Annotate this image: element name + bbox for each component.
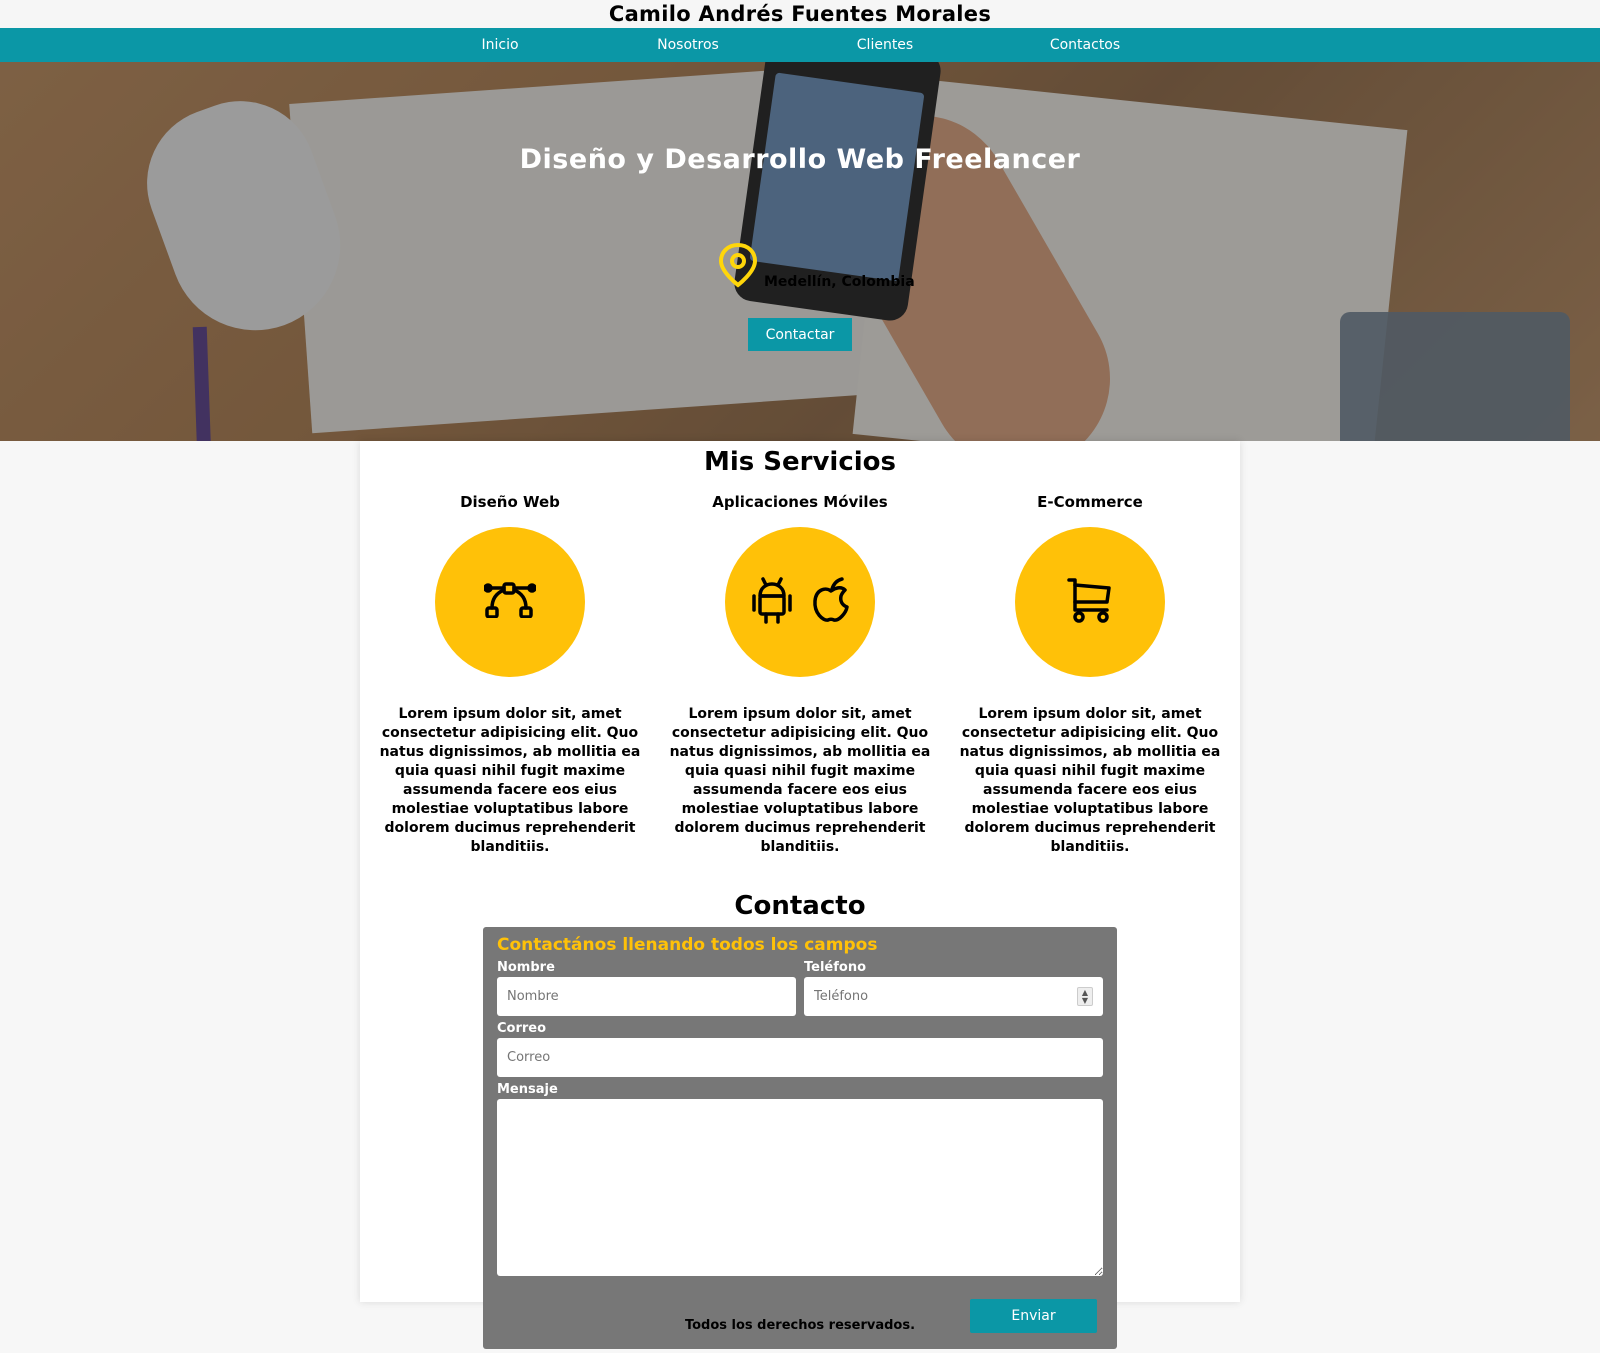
site-title: Camilo Andrés Fuentes Morales (608, 2, 992, 26)
hero-title: Diseño y Desarrollo Web Freelancer (519, 144, 1081, 175)
service-name: E-Commerce (1037, 493, 1143, 511)
service-icon-circle (1015, 527, 1165, 677)
email-label: Correo (497, 1021, 547, 1036)
nav-item-nosotros[interactable]: Nosotros (657, 28, 719, 62)
footer-text: Todos los derechos reservados. (684, 1318, 916, 1333)
bezier-curve-icon (483, 582, 537, 622)
service-card: Aplicaciones Móviles Lorem ipsum dolor s… (664, 493, 936, 857)
location: Medellín, Colombia (718, 242, 915, 292)
main-nav: Inicio Nosotros Clientes Contactos (0, 28, 1600, 62)
contact-title: Contacto (734, 891, 866, 921)
service-card: Diseño Web Lorem ipsum dolor sit, amet c… (374, 493, 646, 857)
number-spinner[interactable]: ▲ ▼ (1077, 987, 1093, 1006)
form-heading: Contactános llenando todos los campos (497, 935, 878, 955)
form-row: Nombre Teléfono ▲▼ (497, 959, 1103, 1016)
service-icon-circle (725, 527, 875, 677)
nav-item-inicio[interactable]: Inicio (481, 28, 518, 62)
services-title: Mis Servicios (703, 447, 897, 477)
service-name: Diseño Web (460, 493, 560, 511)
service-icon-circle (435, 527, 585, 677)
phone-input[interactable] (804, 977, 1103, 1016)
service-name: Aplicaciones Móviles (712, 493, 888, 511)
contact-form: Contactános llenando todos los campos No… (483, 927, 1117, 1349)
service-description: Lorem ipsum dolor sit, amet consectetur … (669, 706, 931, 855)
android-icon (750, 576, 794, 628)
service-card: E-Commerce Lorem ipsum dolor sit, amet c… (954, 493, 1226, 857)
service-description: Lorem ipsum dolor sit, amet consectetur … (959, 706, 1221, 855)
contactar-button[interactable]: Contactar (748, 318, 852, 351)
message-textarea[interactable] (497, 1099, 1103, 1276)
phone-label: Teléfono (804, 960, 867, 975)
nav-item-contactos[interactable]: Contactos (1050, 28, 1120, 62)
apple-icon (812, 577, 850, 627)
location-text: Medellín, Colombia (764, 274, 915, 290)
name-label: Nombre (497, 960, 555, 975)
services-list: Diseño Web Lorem ipsum dolor sit, amet c… (360, 493, 1240, 857)
hero-banner: Diseño y Desarrollo Web Freelancer Medel… (0, 62, 1600, 441)
nav-item-clientes[interactable]: Clientes (857, 28, 913, 62)
main-content: Mis Servicios Diseño Web Lorem ipsum dol… (360, 441, 1240, 1349)
message-label: Mensaje (497, 1082, 558, 1097)
service-description: Lorem ipsum dolor sit, amet consectetur … (379, 706, 641, 855)
site-header: Camilo Andrés Fuentes Morales (0, 0, 1600, 28)
map-pin-icon (718, 242, 758, 292)
shopping-cart-icon (1067, 576, 1113, 628)
email-input[interactable] (497, 1038, 1103, 1077)
name-input[interactable] (497, 977, 796, 1016)
